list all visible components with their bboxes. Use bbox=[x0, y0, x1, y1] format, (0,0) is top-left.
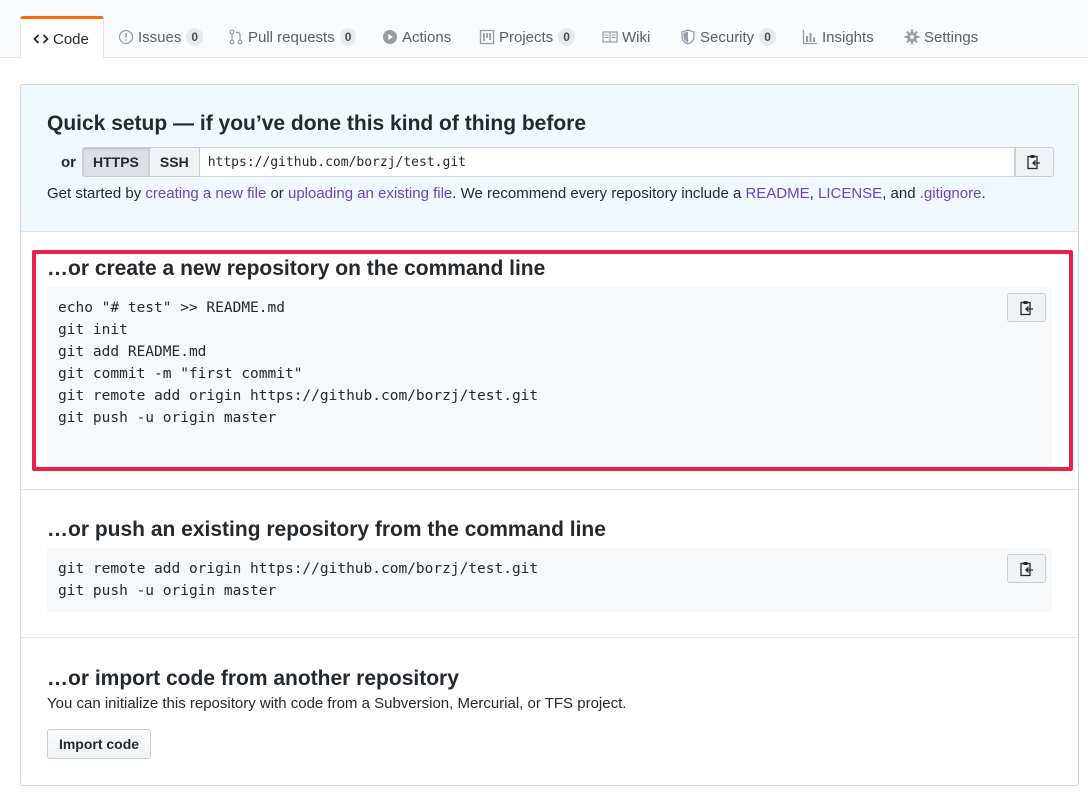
quick-setup-hint: Get started by creating a new file or up… bbox=[47, 185, 986, 202]
command-line: git add README.md bbox=[58, 344, 207, 360]
license-link[interactable]: LICENSE bbox=[818, 185, 882, 202]
command-line: git remote add origin https://github.com… bbox=[58, 388, 539, 404]
pull-request-icon bbox=[228, 29, 244, 45]
quick-setup-title: Quick setup — if you’ve done this kind o… bbox=[47, 112, 587, 135]
tab-actions[interactable]: Actions bbox=[370, 16, 463, 58]
tab-security-label: Security bbox=[700, 28, 755, 46]
or-label: or bbox=[61, 153, 76, 171]
issue-icon bbox=[118, 29, 134, 45]
tab-security[interactable]: Security 0 bbox=[668, 16, 788, 58]
push-repo-title: …or push an existing repository from the… bbox=[47, 518, 606, 541]
issues-count: 0 bbox=[186, 28, 204, 46]
pull-requests-count: 0 bbox=[339, 28, 357, 46]
repo-tab-nav: Code Issues 0 Pull requests 0 Actions Pr… bbox=[0, 0, 1088, 59]
gitignore-link[interactable]: .gitignore bbox=[920, 185, 982, 202]
push-repo-commands: git remote add origin https://github.com… bbox=[47, 548, 1052, 612]
quick-setup-section: Quick setup — if you’ve done this kind o… bbox=[21, 85, 1078, 232]
create-repo-commands: echo "# test" >> README.md git init git … bbox=[47, 287, 1052, 465]
import-title: …or import code from another repository bbox=[47, 667, 459, 690]
project-icon bbox=[479, 29, 495, 45]
tab-insights[interactable]: Insights bbox=[790, 16, 886, 58]
tab-wiki-label: Wiki bbox=[622, 28, 651, 46]
copy-push-commands-button[interactable] bbox=[1007, 554, 1046, 583]
clipboard-icon bbox=[1027, 154, 1041, 170]
hint-text: . We recommend every repository include … bbox=[452, 185, 746, 202]
create-repo-section: …or create a new repository on the comma… bbox=[21, 232, 1078, 490]
projects-count: 0 bbox=[558, 28, 575, 46]
tab-code-label: Code bbox=[53, 30, 89, 48]
tab-projects-label: Projects bbox=[499, 28, 554, 46]
hint-text: . bbox=[981, 185, 986, 202]
hint-text: Get started by bbox=[47, 185, 146, 202]
empty-repo-setup-box: Quick setup — if you’ve done this kind o… bbox=[20, 84, 1079, 786]
tab-pull-requests-label: Pull requests bbox=[248, 28, 335, 46]
command-line: git init bbox=[58, 322, 128, 338]
graph-icon bbox=[802, 29, 818, 45]
https-button[interactable]: HTTPS bbox=[82, 147, 150, 177]
command-line: echo "# test" >> README.md bbox=[58, 300, 285, 316]
clone-url-input[interactable]: https://github.com/borzj/test.git bbox=[199, 147, 1015, 177]
tab-settings-label: Settings bbox=[924, 28, 979, 46]
copy-create-commands-button[interactable] bbox=[1007, 293, 1046, 322]
hint-text: , bbox=[809, 185, 818, 202]
command-line: git commit -m "first commit" bbox=[58, 366, 303, 382]
tab-projects[interactable]: Projects 0 bbox=[467, 16, 587, 58]
tab-issues-label: Issues bbox=[138, 28, 182, 46]
ssh-button[interactable]: SSH bbox=[149, 147, 200, 177]
tab-actions-label: Actions bbox=[402, 28, 452, 46]
clipboard-icon bbox=[1019, 300, 1034, 316]
shield-icon bbox=[680, 29, 696, 45]
tab-issues[interactable]: Issues 0 bbox=[106, 16, 215, 58]
import-code-button[interactable]: Import code bbox=[47, 729, 151, 759]
command-line: git remote add origin https://github.com… bbox=[58, 561, 539, 577]
copy-url-button[interactable] bbox=[1014, 147, 1054, 177]
code-icon bbox=[33, 31, 49, 47]
play-icon bbox=[382, 29, 398, 45]
clipboard-icon bbox=[1019, 561, 1034, 577]
clone-url-row: or HTTPS SSH https://github.com/borzj/te… bbox=[47, 147, 1054, 177]
upload-existing-file-link[interactable]: uploading an existing file bbox=[288, 185, 452, 202]
command-line: git push -u origin master bbox=[58, 410, 277, 426]
hint-text: , and bbox=[882, 185, 920, 202]
create-new-file-link[interactable]: creating a new file bbox=[145, 185, 266, 202]
tab-pull-requests[interactable]: Pull requests 0 bbox=[216, 16, 368, 58]
hint-text: or bbox=[266, 185, 288, 202]
readme-link[interactable]: README bbox=[745, 185, 809, 202]
create-repo-title: …or create a new repository on the comma… bbox=[47, 257, 546, 280]
tab-code[interactable]: Code bbox=[20, 16, 104, 59]
import-description: You can initialize this repository with … bbox=[47, 695, 627, 712]
push-repo-section: …or push an existing repository from the… bbox=[21, 490, 1078, 638]
command-line: git push -u origin master bbox=[58, 583, 277, 599]
gear-icon bbox=[904, 29, 920, 45]
security-count: 0 bbox=[759, 28, 776, 46]
book-icon bbox=[602, 29, 618, 45]
tab-insights-label: Insights bbox=[822, 28, 874, 46]
tab-settings[interactable]: Settings bbox=[892, 16, 990, 58]
tab-wiki[interactable]: Wiki bbox=[590, 16, 662, 58]
